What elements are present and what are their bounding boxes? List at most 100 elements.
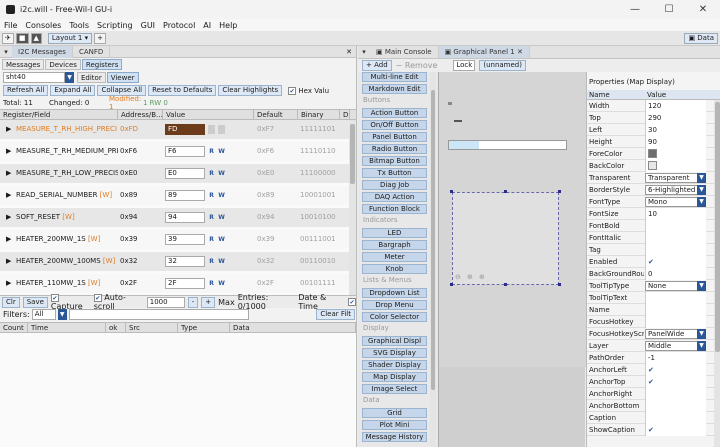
widget-button[interactable]: Diag Job bbox=[362, 180, 427, 190]
subtab-messages[interactable]: Messages bbox=[2, 59, 45, 70]
clear-console-button[interactable]: Clr bbox=[2, 296, 20, 308]
property-value[interactable] bbox=[645, 388, 706, 400]
property-dropdown-icon[interactable]: ▼ bbox=[697, 281, 706, 291]
col-count[interactable]: Count bbox=[0, 323, 28, 333]
handle-tl[interactable] bbox=[450, 190, 453, 193]
property-row[interactable]: BackGroundRou 0 bbox=[587, 268, 720, 280]
property-row[interactable]: ToolTipText bbox=[587, 292, 720, 304]
widget-button[interactable]: Tx Button bbox=[362, 168, 427, 178]
property-value[interactable]: 10 bbox=[645, 208, 706, 220]
property-dropdown-icon[interactable]: ▼ bbox=[697, 341, 706, 351]
widget-button[interactable]: LED bbox=[362, 228, 427, 238]
expand-all-button[interactable]: Expand All bbox=[50, 85, 96, 96]
device-icon[interactable]: ▲ bbox=[30, 32, 42, 44]
menu-scripting[interactable]: Scripting bbox=[97, 21, 133, 30]
widget-button[interactable]: Image Select bbox=[362, 384, 427, 394]
col-d[interactable]: D bbox=[340, 110, 350, 120]
maximize-button[interactable]: ☐ bbox=[652, 0, 686, 19]
property-row[interactable]: Enabled ✔ bbox=[587, 256, 720, 268]
register-row[interactable]: ▶ MEASURE_T_RH_LOW_PRECIS 0xE0 E0 R W 0xE0 111… bbox=[0, 164, 356, 183]
data-button[interactable]: ▣ Data bbox=[684, 33, 718, 44]
unnamed-label[interactable]: (unnamed) bbox=[479, 60, 526, 71]
tab-canfd[interactable]: CANFD bbox=[73, 45, 111, 58]
property-row[interactable]: BackColor bbox=[587, 160, 720, 172]
property-value[interactable] bbox=[645, 244, 706, 256]
widget-button[interactable]: Dropdown List bbox=[362, 288, 427, 298]
property-row[interactable]: FontItalic bbox=[587, 232, 720, 244]
widget-button[interactable]: On/Off Button bbox=[362, 120, 427, 130]
menu-file[interactable]: File bbox=[4, 21, 17, 30]
selected-map-display[interactable]: ⊖ ⊕ ⊕ bbox=[452, 192, 559, 285]
col-default[interactable]: Default bbox=[254, 110, 298, 120]
col-ok[interactable]: ok bbox=[106, 323, 126, 333]
property-value[interactable]: 290 bbox=[645, 112, 706, 124]
property-value[interactable] bbox=[645, 316, 706, 328]
properties-scroll-thumb[interactable] bbox=[715, 102, 720, 352]
property-row[interactable]: Transparent Transparent ▼ bbox=[587, 172, 720, 184]
property-row[interactable]: Tag bbox=[587, 244, 720, 256]
property-dropdown-icon[interactable]: ▼ bbox=[697, 173, 706, 183]
read-button[interactable]: R bbox=[208, 213, 215, 222]
register-value-input[interactable]: E0 bbox=[165, 168, 205, 179]
minimize-button[interactable]: — bbox=[618, 0, 652, 19]
register-row[interactable]: ▶ HEATER_110MW_1S [W] 0x2F 2F R W 0x2F 00101111 bbox=[0, 274, 356, 293]
register-scroll-thumb[interactable] bbox=[350, 124, 355, 184]
layout-select[interactable]: Layout 1 ▾ bbox=[47, 32, 93, 44]
autoscroll-checkbox[interactable]: ✔ bbox=[93, 293, 102, 302]
col-binary[interactable]: Binary bbox=[298, 110, 340, 120]
col-address[interactable]: Address/B... bbox=[118, 110, 163, 120]
save-console-button[interactable]: Save bbox=[22, 296, 48, 308]
design-canvas[interactable]: ⊖ ⊕ ⊕ bbox=[438, 72, 586, 447]
property-row[interactable]: ForeColor bbox=[587, 148, 720, 160]
reset-defaults-button[interactable]: Reset to Defaults bbox=[148, 85, 217, 96]
close-window-button[interactable]: ✕ bbox=[686, 0, 720, 19]
widget-button[interactable]: Drop Menu bbox=[362, 300, 427, 310]
pin-icon[interactable]: ▾ bbox=[2, 48, 10, 56]
expand-icon[interactable]: ▶ bbox=[6, 208, 16, 227]
register-row[interactable]: ▶ HEATER_200MW_1S [W] 0x39 39 R W 0x39 00111001 bbox=[0, 230, 356, 249]
widget-button[interactable]: SVG Display bbox=[362, 348, 427, 358]
widget-button[interactable]: Message History bbox=[362, 432, 427, 442]
expand-icon[interactable]: ▶ bbox=[6, 120, 16, 139]
increase-button[interactable]: + bbox=[201, 296, 216, 308]
tab-i2c-messages[interactable]: I2C Messages bbox=[12, 45, 73, 58]
property-row[interactable]: Layer Middle ▼ bbox=[587, 340, 720, 352]
widget-button[interactable]: Markdown Edit bbox=[362, 84, 427, 94]
widget-button[interactable]: Radio Button bbox=[362, 144, 427, 154]
property-row[interactable]: AnchorLeft ✔ bbox=[587, 364, 720, 376]
property-row[interactable]: FontSize 10 bbox=[587, 208, 720, 220]
expand-icon[interactable]: ▶ bbox=[6, 252, 16, 271]
refresh-all-button[interactable]: Refresh All bbox=[3, 85, 49, 96]
write-button[interactable]: W bbox=[218, 125, 225, 134]
widget-button[interactable]: Grid bbox=[362, 408, 427, 418]
hex-checkbox[interactable]: ✔ bbox=[288, 86, 297, 95]
property-row[interactable]: Name bbox=[587, 304, 720, 316]
property-row[interactable]: AnchorRight bbox=[587, 388, 720, 400]
handle-tm[interactable] bbox=[504, 190, 507, 193]
property-dropdown-icon[interactable]: ▼ bbox=[697, 197, 706, 207]
write-button[interactable]: W bbox=[218, 213, 225, 222]
clear-highlights-button[interactable]: Clear Highlights bbox=[218, 85, 283, 96]
zoom-out-icon[interactable]: ⊖ bbox=[455, 273, 461, 281]
col-data[interactable]: Data bbox=[230, 323, 356, 333]
property-value[interactable] bbox=[645, 232, 706, 244]
widget-button[interactable]: Action Button bbox=[362, 108, 427, 118]
write-button[interactable]: W bbox=[218, 279, 225, 288]
write-button[interactable]: W bbox=[218, 147, 225, 156]
property-value[interactable] bbox=[645, 220, 706, 232]
col-time[interactable]: Time bbox=[28, 323, 106, 333]
tab-graphical-panel[interactable]: ▣ Graphical Panel 1 ✕ bbox=[438, 46, 530, 58]
menu-gui[interactable]: GUI bbox=[141, 21, 155, 30]
handle-bm[interactable] bbox=[504, 283, 507, 286]
write-button[interactable]: W bbox=[218, 191, 225, 200]
filter-input[interactable] bbox=[68, 309, 249, 320]
property-value[interactable] bbox=[645, 304, 706, 316]
read-button[interactable]: R bbox=[208, 235, 215, 244]
register-value-input[interactable]: F6 bbox=[165, 146, 205, 157]
widget-button[interactable]: Knob bbox=[362, 264, 427, 274]
read-button[interactable]: R bbox=[208, 191, 215, 200]
widget-button[interactable]: DAQ Action bbox=[362, 192, 427, 202]
register-row[interactable]: ▶ MEASURE_T_RH_HIGH_PRECI 0xFD FD R W 0xF7 111… bbox=[0, 120, 356, 139]
expand-icon[interactable]: ▶ bbox=[6, 274, 16, 293]
max-label[interactable]: Max bbox=[218, 298, 235, 307]
